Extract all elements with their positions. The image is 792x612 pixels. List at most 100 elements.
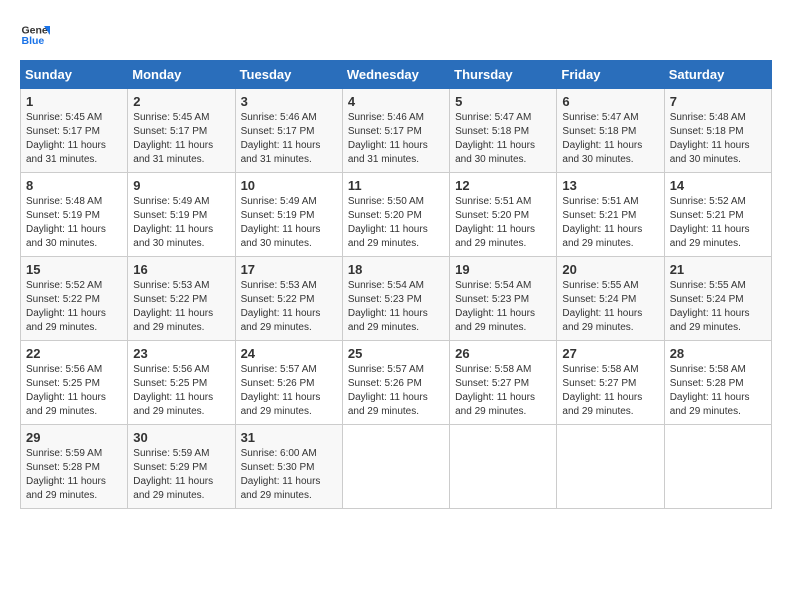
day-number: 14 xyxy=(670,178,766,193)
day-info: Sunrise: 6:00 AMSunset: 5:30 PMDaylight:… xyxy=(241,447,337,503)
day-number: 7 xyxy=(670,94,766,109)
calendar-cell: 4 Sunrise: 5:46 AMSunset: 5:17 PMDaylight… xyxy=(342,89,449,173)
col-header-tuesday: Tuesday xyxy=(235,61,342,89)
calendar-cell: 19 Sunrise: 5:54 AMSunset: 5:23 PMDayligh… xyxy=(450,257,557,341)
col-header-monday: Monday xyxy=(128,61,235,89)
day-number: 25 xyxy=(348,346,444,361)
day-info: Sunrise: 5:58 AMSunset: 5:28 PMDaylight:… xyxy=(670,363,766,419)
calendar-cell xyxy=(342,425,449,509)
day-number: 18 xyxy=(348,262,444,277)
day-number: 13 xyxy=(562,178,658,193)
calendar-cell: 12Sunrise: 5:51 AMSunset: 5:20 PMDayligh… xyxy=(450,173,557,257)
calendar-cell: 31 Sunrise: 6:00 AMSunset: 5:30 PMDayligh… xyxy=(235,425,342,509)
day-info: Sunrise: 5:57 AMSunset: 5:26 PMDaylight:… xyxy=(348,363,444,419)
day-info: Sunrise: 5:58 AMSunset: 5:27 PMDaylight:… xyxy=(562,363,658,419)
calendar-cell: 23 Sunrise: 5:56 AMSunset: 5:25 PMDayligh… xyxy=(128,341,235,425)
calendar-week-row: 1 Sunrise: 5:45 AMSunset: 5:17 PMDaylight… xyxy=(21,89,772,173)
day-info: Sunrise: 5:51 AMSunset: 5:20 PMDaylight:… xyxy=(455,195,551,251)
calendar-cell: 27 Sunrise: 5:58 AMSunset: 5:27 PMDayligh… xyxy=(557,341,664,425)
day-info: Sunrise: 5:57 AMSunset: 5:26 PMDaylight:… xyxy=(241,363,337,419)
calendar-cell: 10 Sunrise: 5:49 AMSunset: 5:19 PMDayligh… xyxy=(235,173,342,257)
calendar-cell xyxy=(557,425,664,509)
calendar-cell: 5Sunrise: 5:47 AMSunset: 5:18 PMDaylight… xyxy=(450,89,557,173)
day-number: 22 xyxy=(26,346,122,361)
day-info: Sunrise: 5:47 AMSunset: 5:18 PMDaylight:… xyxy=(562,111,658,167)
day-number: 1 xyxy=(26,94,122,109)
day-number: 11 xyxy=(348,178,444,193)
calendar-cell: 30 Sunrise: 5:59 AMSunset: 5:29 PMDayligh… xyxy=(128,425,235,509)
calendar-cell: 26 Sunrise: 5:58 AMSunset: 5:27 PMDayligh… xyxy=(450,341,557,425)
calendar-cell: 8Sunrise: 5:48 AMSunset: 5:19 PMDaylight… xyxy=(21,173,128,257)
day-info: Sunrise: 5:52 AMSunset: 5:22 PMDaylight:… xyxy=(26,279,122,335)
day-info: Sunrise: 5:59 AMSunset: 5:28 PMDaylight:… xyxy=(26,447,122,503)
day-number: 15 xyxy=(26,262,122,277)
day-info: Sunrise: 5:51 AMSunset: 5:21 PMDaylight:… xyxy=(562,195,658,251)
day-number: 16 xyxy=(133,262,229,277)
day-info: Sunrise: 5:59 AMSunset: 5:29 PMDaylight:… xyxy=(133,447,229,503)
day-number: 20 xyxy=(562,262,658,277)
day-number: 28 xyxy=(670,346,766,361)
day-number: 31 xyxy=(241,430,337,445)
day-info: Sunrise: 5:55 AMSunset: 5:24 PMDaylight:… xyxy=(670,279,766,335)
col-header-thursday: Thursday xyxy=(450,61,557,89)
calendar-week-row: 15 Sunrise: 5:52 AMSunset: 5:22 PMDayligh… xyxy=(21,257,772,341)
day-number: 3 xyxy=(241,94,337,109)
day-number: 19 xyxy=(455,262,551,277)
day-info: Sunrise: 5:48 AMSunset: 5:18 PMDaylight:… xyxy=(670,111,766,167)
day-info: Sunrise: 5:46 AMSunset: 5:17 PMDaylight:… xyxy=(348,111,444,167)
calendar-cell: 29 Sunrise: 5:59 AMSunset: 5:28 PMDayligh… xyxy=(21,425,128,509)
day-info: Sunrise: 5:54 AMSunset: 5:23 PMDaylight:… xyxy=(348,279,444,335)
day-number: 30 xyxy=(133,430,229,445)
calendar-cell: 21Sunrise: 5:55 AMSunset: 5:24 PMDayligh… xyxy=(664,257,771,341)
calendar-cell: 9 Sunrise: 5:49 AMSunset: 5:19 PMDaylight… xyxy=(128,173,235,257)
day-info: Sunrise: 5:52 AMSunset: 5:21 PMDaylight:… xyxy=(670,195,766,251)
col-header-wednesday: Wednesday xyxy=(342,61,449,89)
day-number: 17 xyxy=(241,262,337,277)
col-header-sunday: Sunday xyxy=(21,61,128,89)
calendar-table: SundayMondayTuesdayWednesdayThursdayFrid… xyxy=(20,60,772,509)
header: General Blue xyxy=(20,20,772,50)
day-number: 26 xyxy=(455,346,551,361)
day-info: Sunrise: 5:54 AMSunset: 5:23 PMDaylight:… xyxy=(455,279,551,335)
day-number: 24 xyxy=(241,346,337,361)
day-number: 29 xyxy=(26,430,122,445)
calendar-cell: 11 Sunrise: 5:50 AMSunset: 5:20 PMDayligh… xyxy=(342,173,449,257)
day-info: Sunrise: 5:46 AMSunset: 5:17 PMDaylight:… xyxy=(241,111,337,167)
calendar-cell: 6 Sunrise: 5:47 AMSunset: 5:18 PMDaylight… xyxy=(557,89,664,173)
calendar-cell: 7 Sunrise: 5:48 AMSunset: 5:18 PMDaylight… xyxy=(664,89,771,173)
col-header-saturday: Saturday xyxy=(664,61,771,89)
day-info: Sunrise: 5:49 AMSunset: 5:19 PMDaylight:… xyxy=(241,195,337,251)
calendar-week-row: 22 Sunrise: 5:56 AMSunset: 5:25 PMDayligh… xyxy=(21,341,772,425)
calendar-week-row: 8Sunrise: 5:48 AMSunset: 5:19 PMDaylight… xyxy=(21,173,772,257)
calendar-week-row: 29 Sunrise: 5:59 AMSunset: 5:28 PMDayligh… xyxy=(21,425,772,509)
calendar-cell: 17 Sunrise: 5:53 AMSunset: 5:22 PMDayligh… xyxy=(235,257,342,341)
calendar-cell xyxy=(664,425,771,509)
calendar-cell: 25 Sunrise: 5:57 AMSunset: 5:26 PMDayligh… xyxy=(342,341,449,425)
day-info: Sunrise: 5:58 AMSunset: 5:27 PMDaylight:… xyxy=(455,363,551,419)
day-info: Sunrise: 5:56 AMSunset: 5:25 PMDaylight:… xyxy=(133,363,229,419)
calendar-cell: 24 Sunrise: 5:57 AMSunset: 5:26 PMDayligh… xyxy=(235,341,342,425)
logo: General Blue xyxy=(20,20,50,50)
calendar-cell: 3 Sunrise: 5:46 AMSunset: 5:17 PMDaylight… xyxy=(235,89,342,173)
day-info: Sunrise: 5:53 AMSunset: 5:22 PMDaylight:… xyxy=(241,279,337,335)
day-info: Sunrise: 5:49 AMSunset: 5:19 PMDaylight:… xyxy=(133,195,229,251)
calendar-cell: 22 Sunrise: 5:56 AMSunset: 5:25 PMDayligh… xyxy=(21,341,128,425)
calendar-cell: 16Sunrise: 5:53 AMSunset: 5:22 PMDayligh… xyxy=(128,257,235,341)
day-number: 9 xyxy=(133,178,229,193)
day-number: 4 xyxy=(348,94,444,109)
calendar-cell: 2Sunrise: 5:45 AMSunset: 5:17 PMDaylight… xyxy=(128,89,235,173)
calendar-cell: 15 Sunrise: 5:52 AMSunset: 5:22 PMDayligh… xyxy=(21,257,128,341)
day-number: 23 xyxy=(133,346,229,361)
day-info: Sunrise: 5:50 AMSunset: 5:20 PMDaylight:… xyxy=(348,195,444,251)
day-number: 6 xyxy=(562,94,658,109)
day-info: Sunrise: 5:55 AMSunset: 5:24 PMDaylight:… xyxy=(562,279,658,335)
day-number: 8 xyxy=(26,178,122,193)
day-number: 27 xyxy=(562,346,658,361)
day-number: 10 xyxy=(241,178,337,193)
day-info: Sunrise: 5:56 AMSunset: 5:25 PMDaylight:… xyxy=(26,363,122,419)
day-info: Sunrise: 5:45 AMSunset: 5:17 PMDaylight:… xyxy=(26,111,122,167)
calendar-cell: 1 Sunrise: 5:45 AMSunset: 5:17 PMDaylight… xyxy=(21,89,128,173)
calendar-cell: 20 Sunrise: 5:55 AMSunset: 5:24 PMDayligh… xyxy=(557,257,664,341)
calendar-cell: 13 Sunrise: 5:51 AMSunset: 5:21 PMDayligh… xyxy=(557,173,664,257)
calendar-header-row: SundayMondayTuesdayWednesdayThursdayFrid… xyxy=(21,61,772,89)
